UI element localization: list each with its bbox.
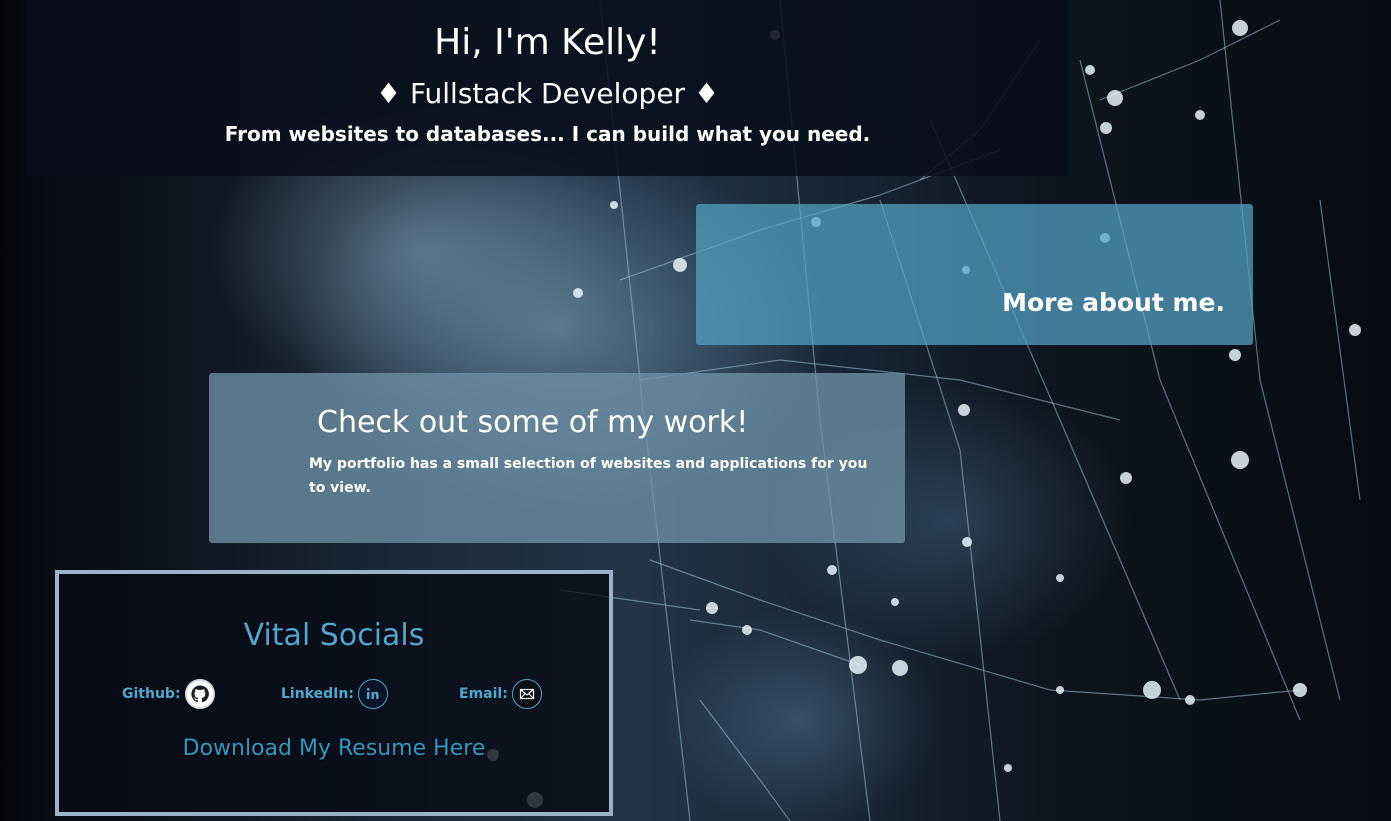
email-link[interactable]: Email: [459,678,542,710]
linkedin-link[interactable]: LinkedIn: [281,678,388,710]
email-label: Email: [459,686,508,702]
page: Hi, I'm Kelly! ♦ Fullstack Developer ♦ F… [0,0,1391,821]
about-me-label: More about me. [1002,288,1225,317]
portfolio-description: My portfolio has a small selection of we… [309,456,868,496]
email-icon[interactable] [511,679,542,709]
about-me-card[interactable]: More about me. [696,204,1253,345]
github-link[interactable]: Github: [122,678,215,710]
hero-greeting: Hi, I'm Kelly! [434,22,661,63]
portfolio-card[interactable]: Check out some of my work! My portfolio … [209,373,905,543]
hero-role: ♦ Fullstack Developer ♦ [375,77,720,110]
linkedin-label: LinkedIn: [281,686,354,702]
github-label: Github: [122,686,181,702]
linkedin-icon[interactable] [357,679,388,709]
github-icon[interactable] [184,679,215,709]
socials-heading: Vital Socials [243,618,425,653]
hero-tagline: From websites to databases... I can buil… [224,122,871,146]
portfolio-title: Check out some of my work! [317,405,749,440]
hero-banner: Hi, I'm Kelly! ♦ Fullstack Developer ♦ F… [27,0,1068,176]
socials-panel: Vital Socials Github: LinkedIn: Email: D… [55,570,613,816]
download-resume-link[interactable]: Download My Resume Here [59,736,609,761]
